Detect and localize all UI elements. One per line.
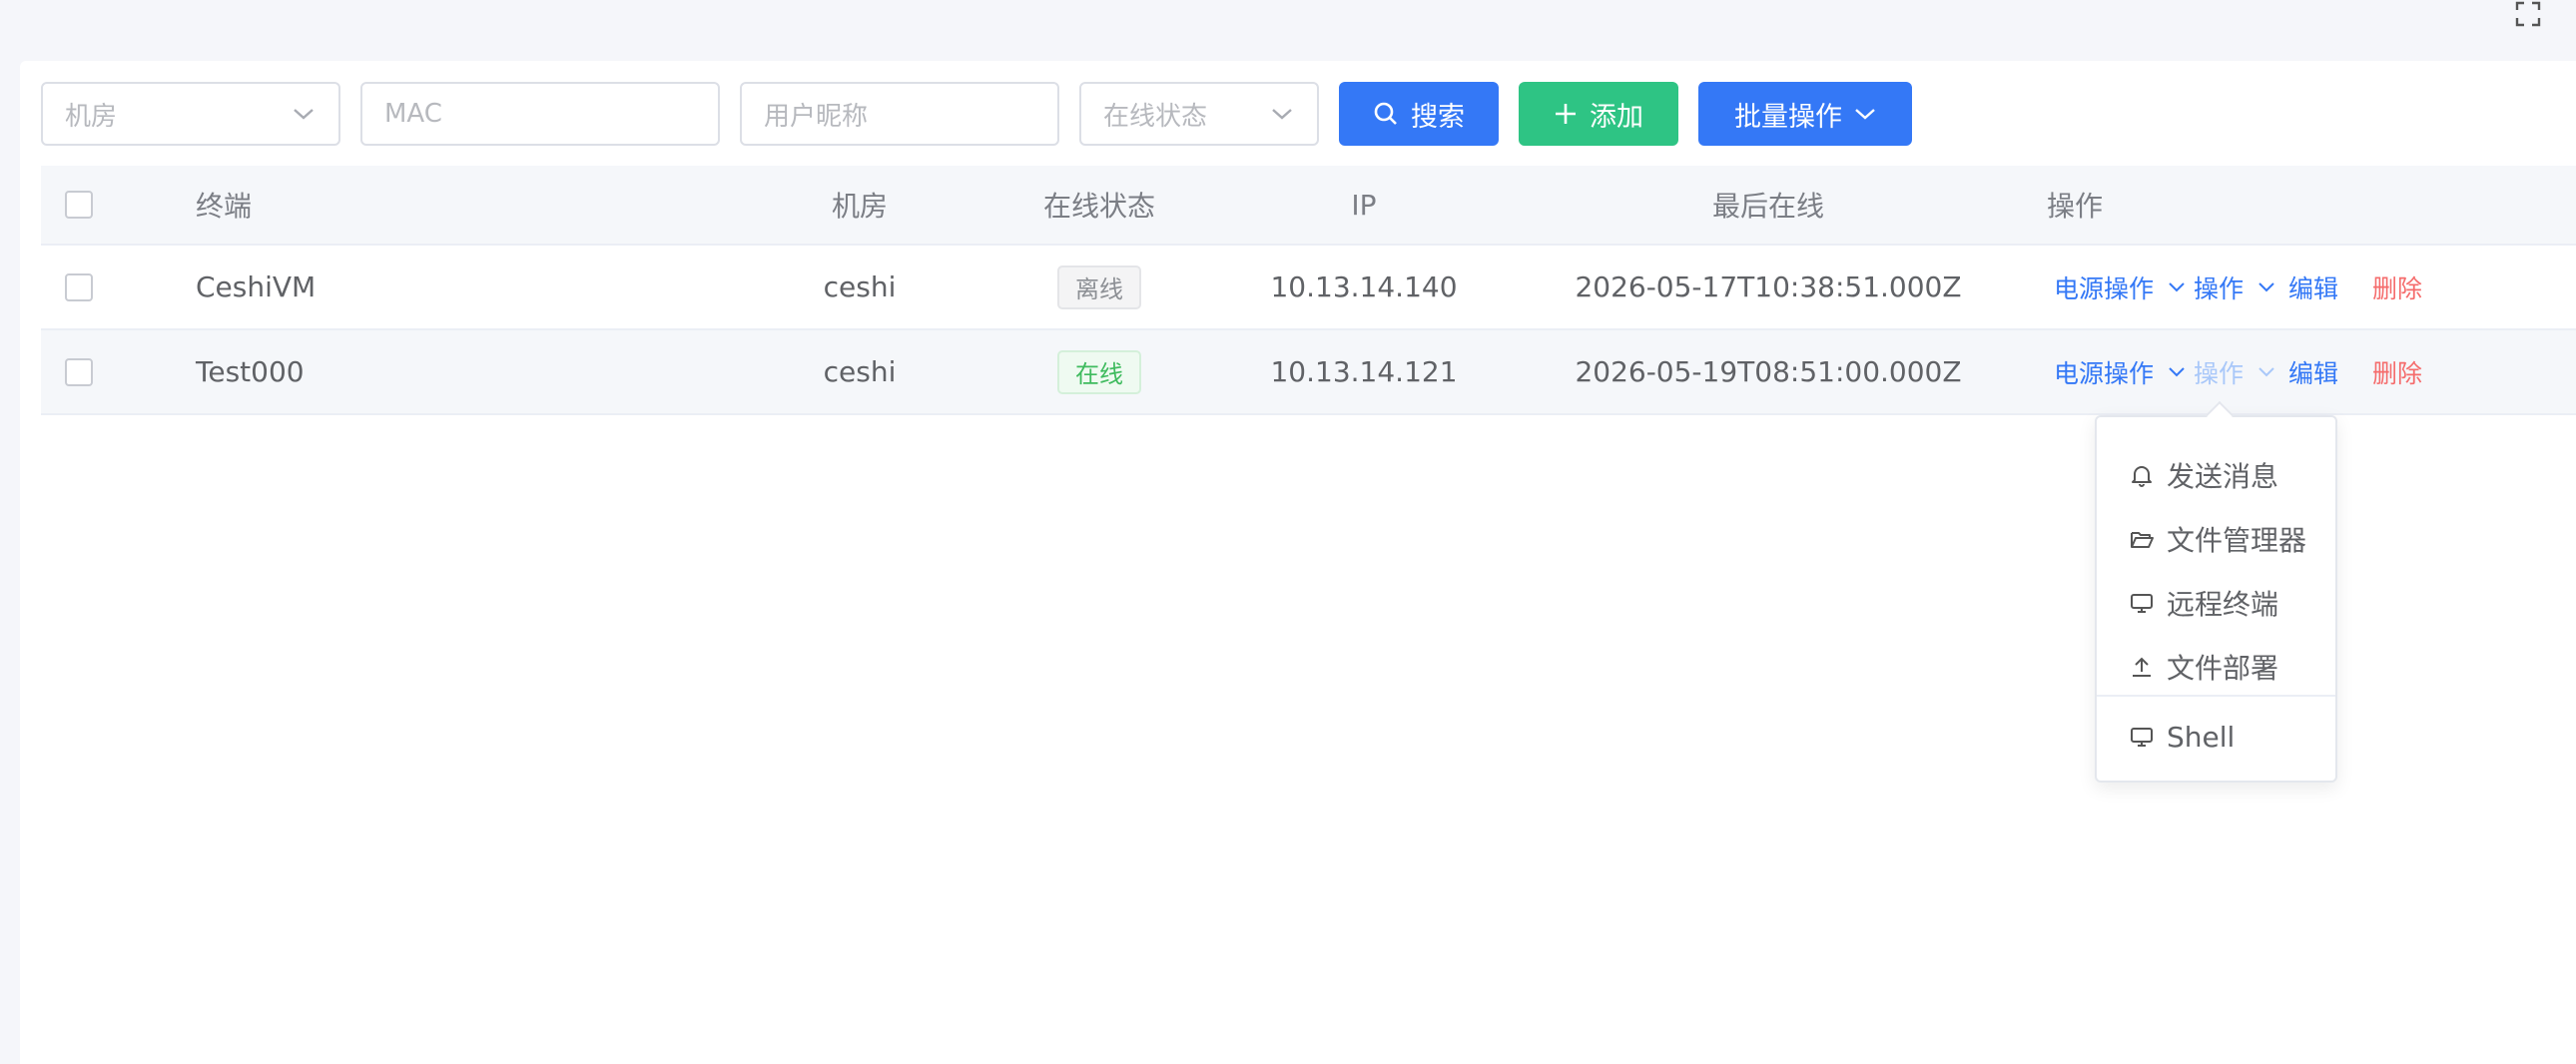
- edit-label: 编辑: [2288, 358, 2339, 388]
- menu-item-shell[interactable]: Shell: [2097, 709, 2335, 765]
- add-button[interactable]: 添加: [1519, 82, 1678, 146]
- row-select-cell: [65, 330, 93, 413]
- cell-last-online: 2026-05-19T08:51:00.000Z: [1575, 355, 1962, 388]
- chevron-down-icon: [294, 109, 314, 120]
- header-actions: 操作: [2047, 190, 2104, 223]
- select-all-cell: [65, 166, 93, 244]
- search-icon: [1374, 102, 1397, 125]
- menu-item-label: 发送消息: [2167, 460, 2279, 493]
- cell-ip: 10.13.14.121: [1270, 355, 1458, 388]
- row-select-cell: [65, 246, 93, 328]
- cell-terminal: CeshiVM: [196, 270, 317, 303]
- cell-room: ceshi: [823, 270, 897, 303]
- table-row[interactable]: CeshiVM ceshi 离线 10.13.14.140 2026-05-17…: [41, 246, 2576, 330]
- mac-input-placeholder: MAC: [384, 99, 442, 129]
- cell-status: 离线: [999, 246, 1199, 328]
- filter-toolbar: 机房 MAC 用户昵称 在线状态 搜索 添加 批量操作: [41, 82, 1932, 146]
- operation-label: 操作: [2194, 273, 2245, 303]
- delete-label: 删除: [2372, 273, 2423, 303]
- nickname-input[interactable]: 用户昵称: [740, 82, 1059, 146]
- header-ip[interactable]: IP: [1264, 166, 1464, 244]
- batch-operation-label: 批量操作: [1734, 101, 1842, 133]
- fullscreen-icon[interactable]: [2514, 0, 2542, 28]
- menu-item-label: 文件部署: [2167, 652, 2279, 685]
- header-status[interactable]: 在线状态: [999, 166, 1199, 244]
- room-select-placeholder: 机房: [65, 101, 118, 132]
- header-terminal[interactable]: 终端: [196, 166, 252, 244]
- operation-link[interactable]: 操作: [2194, 246, 2275, 328]
- operation-link-active[interactable]: 操作: [2194, 330, 2275, 413]
- delete-link[interactable]: 删除: [2372, 330, 2422, 413]
- search-button-label: 搜索: [1411, 101, 1465, 133]
- monitor-icon: [2131, 728, 2153, 747]
- search-button[interactable]: 搜索: [1339, 82, 1499, 146]
- cell-room: ceshi: [823, 355, 897, 388]
- menu-item-send-message[interactable]: 发送消息: [2097, 447, 2335, 503]
- folder-open-icon: [2131, 532, 2154, 548]
- add-button-label: 添加: [1590, 101, 1643, 133]
- menu-item-remote-terminal[interactable]: 远程终端: [2097, 575, 2335, 631]
- mac-input[interactable]: MAC: [360, 82, 720, 146]
- chevron-down-icon: [2169, 281, 2185, 291]
- status-select[interactable]: 在线状态: [1079, 82, 1319, 146]
- upload-icon: [2133, 657, 2151, 677]
- edit-link[interactable]: 编辑: [2288, 246, 2338, 328]
- menu-item-label: Shell: [2167, 720, 2236, 754]
- bell-icon: [2132, 466, 2152, 487]
- power-operation-label: 电源操作: [2054, 358, 2155, 388]
- power-operation-link[interactable]: 电源操作: [2054, 246, 2186, 328]
- status-select-placeholder: 在线状态: [1103, 101, 1208, 132]
- operation-dropdown-menu: 发送消息 文件管理器 远程终端 文件部署 Shell: [2095, 400, 2337, 783]
- terminal-table: 终端 机房 在线状态 IP 最后在线 操作 CeshiVM ceshi 离线 1…: [41, 166, 2576, 415]
- cell-last-online: 2026-05-17T10:38:51.000Z: [1575, 270, 1962, 303]
- cell-status: 在线: [999, 330, 1199, 413]
- status-badge-offline: 离线: [1057, 265, 1141, 309]
- power-operation-link[interactable]: 电源操作: [2054, 330, 2186, 413]
- delete-link[interactable]: 删除: [2372, 246, 2422, 328]
- cell-ip: 10.13.14.140: [1270, 270, 1458, 303]
- cell-terminal: Test000: [196, 355, 305, 388]
- row-checkbox[interactable]: [65, 272, 93, 301]
- header-last-online[interactable]: 最后在线: [1569, 166, 1968, 244]
- chevron-down-icon: [1272, 109, 1292, 120]
- table-header: 终端 机房 在线状态 IP 最后在线 操作: [41, 166, 2576, 246]
- chevron-down-icon: [2258, 281, 2274, 291]
- delete-label: 删除: [2372, 358, 2423, 388]
- menu-item-file-manager[interactable]: 文件管理器: [2097, 511, 2335, 567]
- status-badge-online: 在线: [1057, 349, 1141, 394]
- edit-label: 编辑: [2288, 273, 2339, 303]
- select-all-checkbox[interactable]: [65, 191, 93, 219]
- row-checkbox[interactable]: [65, 357, 93, 386]
- table-row[interactable]: Test000 ceshi 在线 10.13.14.121 2026-05-19…: [41, 330, 2576, 415]
- room-select[interactable]: 机房: [41, 82, 340, 146]
- nickname-input-placeholder: 用户昵称: [764, 101, 869, 132]
- plus-icon: [1556, 104, 1576, 124]
- operation-label: 操作: [2194, 358, 2245, 388]
- menu-item-label: 远程终端: [2167, 588, 2279, 621]
- menu-divider: [2097, 695, 2335, 697]
- chevron-down-icon: [1855, 109, 1875, 120]
- menu-item-file-deploy[interactable]: 文件部署: [2097, 639, 2335, 695]
- edit-link[interactable]: 编辑: [2288, 330, 2338, 413]
- batch-operation-button[interactable]: 批量操作: [1698, 82, 1912, 146]
- chevron-down-icon: [2169, 366, 2185, 376]
- chevron-down-icon: [2258, 366, 2274, 376]
- main-panel: 机房 MAC 用户昵称 在线状态 搜索 添加 批量操作 终端 机房 在线状态 I…: [20, 61, 2576, 1064]
- menu-item-label: 文件管理器: [2167, 524, 2307, 557]
- header-room[interactable]: 机房: [760, 166, 960, 244]
- monitor-icon: [2131, 594, 2153, 613]
- power-operation-label: 电源操作: [2054, 273, 2155, 303]
